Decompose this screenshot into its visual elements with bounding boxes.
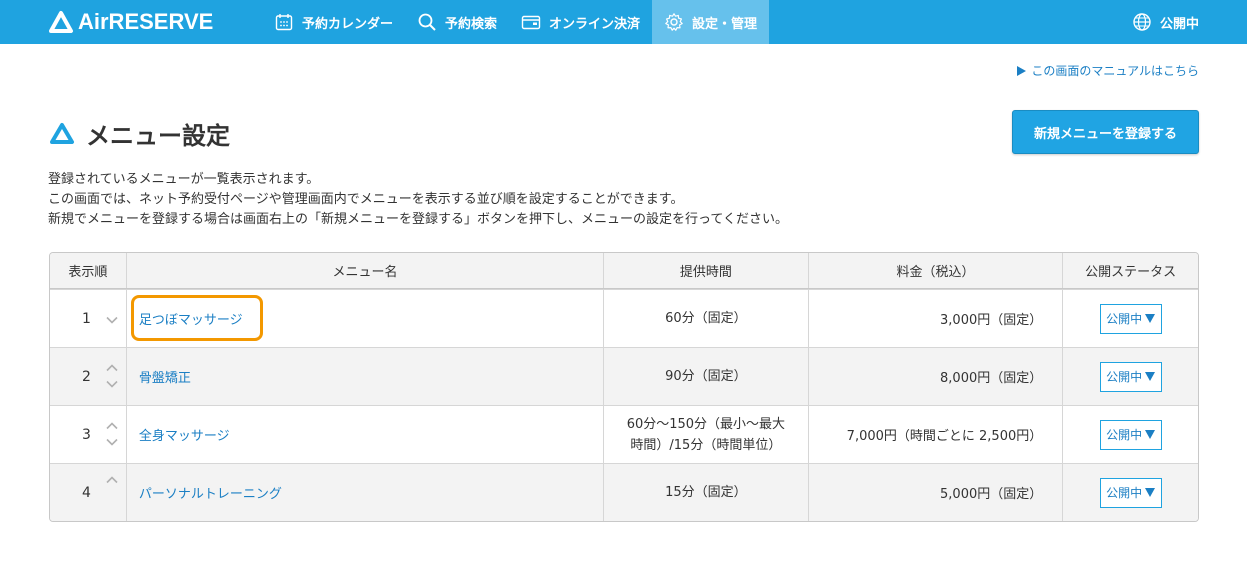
description-line: この画面では、ネット予約受付ページや管理画面内でメニューを表示する並び順を設定す… bbox=[48, 192, 684, 207]
nav-search[interactable]: 予約検索 bbox=[405, 0, 509, 44]
header-status: 公開ステータス bbox=[1062, 253, 1198, 288]
page-description: 登録されているメニューが一覧表示されます。 この画面では、ネット予約受付ページや… bbox=[48, 170, 788, 230]
register-menu-button[interactable]: 新規メニューを登録する bbox=[1012, 110, 1199, 154]
move-down-icon[interactable] bbox=[106, 378, 118, 390]
menu-name-cell: 骨盤矯正 bbox=[125, 348, 603, 405]
highlight-box bbox=[130, 295, 263, 341]
publish-status-menu[interactable]: 公開中 bbox=[1132, 0, 1199, 44]
order-number: 3 bbox=[82, 426, 91, 443]
table-row: 2 骨盤矯正 90分（固定） 8,000円（固定） 公開中 bbox=[50, 347, 1198, 405]
main-nav: 予約カレンダー 予約検索 オンライン決済 設定・管理 bbox=[262, 0, 770, 44]
menu-name-cell: 足つぼマッサージ bbox=[125, 290, 603, 347]
table-row: 4 パーソナルトレーニング 15分（固定） 5,000円（固定） 公開中 bbox=[50, 463, 1198, 521]
status-cell: 公開中 bbox=[1062, 464, 1198, 521]
table-row: 3 全身マッサージ 60分〜150分（最小〜最大 時間）/15分（時間単位） 7… bbox=[50, 405, 1198, 463]
menu-name-link[interactable]: 骨盤矯正 bbox=[139, 367, 191, 386]
move-up-icon[interactable] bbox=[106, 474, 118, 486]
price-cell: 5,000円（固定） bbox=[807, 464, 1063, 521]
order-cell: 2 bbox=[50, 348, 126, 405]
price-cell: 8,000円（固定） bbox=[807, 348, 1063, 405]
nav-calendar[interactable]: 予約カレンダー bbox=[262, 0, 405, 44]
time-text: 60分（固定） bbox=[665, 311, 747, 326]
menu-name-cell: パーソナルトレーニング bbox=[125, 464, 603, 521]
order-cell: 1 bbox=[50, 290, 126, 347]
move-down-icon[interactable] bbox=[106, 314, 118, 326]
nav-settings[interactable]: 設定・管理 bbox=[652, 0, 770, 44]
nav-settings-label: 設定・管理 bbox=[692, 16, 758, 32]
time-cell: 90分（固定） bbox=[603, 348, 808, 405]
play-triangle-icon bbox=[1017, 65, 1027, 76]
caret-down-icon bbox=[1145, 430, 1156, 439]
order-number: 2 bbox=[82, 368, 91, 385]
reorder-arrows bbox=[106, 302, 118, 336]
status-label: 公開中 bbox=[1106, 486, 1143, 500]
page-title: メニュー設定 bbox=[86, 122, 230, 150]
calendar-icon bbox=[275, 14, 293, 31]
status-dropdown[interactable]: 公開中 bbox=[1099, 361, 1162, 392]
order-cell: 3 bbox=[50, 406, 126, 463]
move-up-icon[interactable] bbox=[106, 362, 118, 374]
caret-down-icon bbox=[1145, 314, 1156, 323]
header-price: 料金（税込） bbox=[807, 253, 1063, 288]
menu-name-cell: 全身マッサージ bbox=[125, 406, 603, 463]
app-logo[interactable]: AirRESERVE bbox=[48, 9, 213, 35]
manual-link-label: この画面のマニュアルはこちら bbox=[1031, 64, 1199, 78]
menu-name-link[interactable]: パーソナルトレーニング bbox=[139, 483, 282, 502]
time-cell: 60分〜150分（最小〜最大 時間）/15分（時間単位） bbox=[603, 406, 808, 463]
time-cell: 15分（固定） bbox=[603, 464, 808, 521]
wallet-icon bbox=[521, 15, 541, 30]
price-cell: 3,000円（固定） bbox=[807, 290, 1063, 347]
order-number: 1 bbox=[82, 310, 91, 327]
page-title-area: メニュー設定 bbox=[48, 116, 230, 151]
status-label: 公開中 bbox=[1106, 370, 1143, 384]
status-dropdown[interactable]: 公開中 bbox=[1099, 303, 1162, 334]
header-menu-name: メニュー名 bbox=[125, 253, 603, 288]
time-text-line1: 60分〜150分（最小〜最大 bbox=[626, 416, 786, 432]
search-icon bbox=[418, 13, 436, 31]
status-cell: 公開中 bbox=[1062, 290, 1198, 347]
status-cell: 公開中 bbox=[1062, 406, 1198, 463]
caret-down-icon bbox=[1145, 488, 1156, 497]
status-label: 公開中 bbox=[1106, 312, 1143, 326]
move-up-icon[interactable] bbox=[106, 420, 118, 432]
menu-name-link[interactable]: 全身マッサージ bbox=[139, 425, 230, 444]
time-text: 15分（固定） bbox=[665, 485, 747, 500]
status-label: 公開中 bbox=[1106, 428, 1143, 442]
header-time: 提供時間 bbox=[603, 253, 808, 288]
nav-calendar-label: 予約カレンダー bbox=[302, 16, 394, 32]
description-line: 新規でメニューを登録する場合は画面右上の「新規メニューを登録する」ボタンを押下し… bbox=[48, 212, 788, 227]
caret-down-icon bbox=[1145, 372, 1156, 381]
table-row: 1 足つぼマッサージ 60分（固定） 3,000円（固定） 公開中 bbox=[50, 289, 1198, 347]
top-bar: AirRESERVE 予約カレンダー 予約検索 オンライン決済 設定・管理 公開… bbox=[0, 0, 1247, 44]
status-dropdown[interactable]: 公開中 bbox=[1099, 419, 1162, 450]
reorder-arrows bbox=[106, 360, 118, 394]
manual-link[interactable]: この画面のマニュアルはこちら bbox=[1017, 62, 1199, 79]
status-cell: 公開中 bbox=[1062, 348, 1198, 405]
logo-text: AirRESERVE bbox=[78, 9, 214, 34]
order-number: 4 bbox=[82, 484, 91, 501]
nav-online-payment-label: オンライン決済 bbox=[549, 16, 641, 32]
nav-search-label: 予約検索 bbox=[445, 16, 498, 32]
nav-online-payment[interactable]: オンライン決済 bbox=[509, 0, 652, 44]
header-order: 表示順 bbox=[68, 265, 108, 280]
reorder-arrows bbox=[106, 476, 118, 510]
move-down-icon[interactable] bbox=[106, 436, 118, 448]
globe-icon bbox=[1133, 13, 1151, 31]
order-cell: 4 bbox=[50, 464, 126, 521]
description-line: 登録されているメニューが一覧表示されます。 bbox=[48, 172, 320, 187]
status-dropdown[interactable]: 公開中 bbox=[1099, 477, 1162, 508]
gear-icon bbox=[665, 13, 683, 31]
publish-status-label: 公開中 bbox=[1159, 16, 1199, 32]
table-header-row: 表示順 メニュー名 提供時間 料金（税込） 公開ステータス bbox=[50, 253, 1198, 289]
time-text-line2: 時間）/15分（時間単位） bbox=[630, 437, 782, 453]
time-text: 90分（固定） bbox=[665, 369, 747, 384]
menu-table: 表示順 メニュー名 提供時間 料金（税込） 公開ステータス 1 足つぼマッサージ… bbox=[49, 252, 1199, 522]
airreserve-logo-icon bbox=[49, 11, 73, 33]
triangle-logo-icon bbox=[50, 122, 74, 144]
time-cell: 60分（固定） bbox=[603, 290, 808, 347]
price-cell: 7,000円（時間ごとに 2,500円） bbox=[807, 406, 1063, 463]
reorder-arrows bbox=[106, 418, 118, 452]
